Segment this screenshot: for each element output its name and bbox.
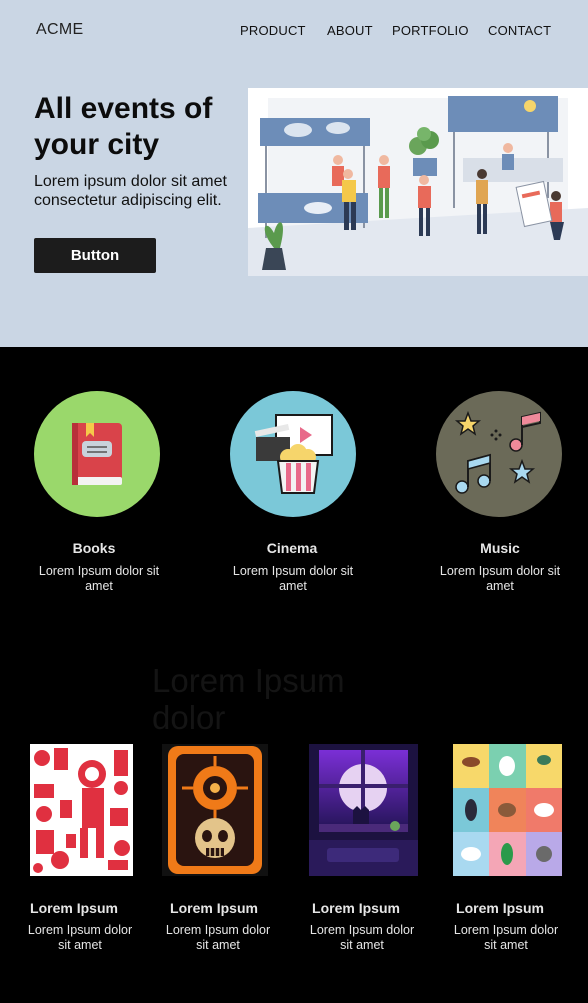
brand-logo[interactable]: ACME xyxy=(36,21,83,39)
gallery-thumb-3[interactable] xyxy=(309,744,418,876)
hero-illustration xyxy=(248,88,588,276)
gallery-item-2-title: Lorem Ipsum xyxy=(170,900,258,916)
category-cinema-title: Cinema xyxy=(266,540,318,556)
gallery-item-1-title: Lorem Ipsum xyxy=(30,900,118,916)
hero-subtitle: Lorem ipsum dolor sit amet consectetur a… xyxy=(34,173,227,209)
category-cinema-circle[interactable] xyxy=(230,391,356,517)
gallery-thumb-1[interactable] xyxy=(30,744,133,876)
gallery-item-4-desc: Lorem Ipsum dolor sit amet xyxy=(453,923,559,952)
category-books-title: Books xyxy=(72,540,116,556)
book-icon xyxy=(72,423,122,485)
gallery-item-3-title: Lorem Ipsum xyxy=(312,900,400,916)
gallery-thumb-4[interactable] xyxy=(453,744,562,876)
category-books-desc: Lorem Ipsum dolor sit amet xyxy=(38,564,160,593)
hero-section: ACME PRODUCT ABOUT PORTFOLIO CONTACT All… xyxy=(0,0,588,347)
category-music-desc: Lorem Ipsum dolor sit amet xyxy=(439,564,561,593)
category-books-circle[interactable] xyxy=(34,391,160,517)
nav-contact[interactable]: CONTACT xyxy=(488,23,551,38)
gallery-item-4-title: Lorem Ipsum xyxy=(456,900,544,916)
gallery-item-2-desc: Lorem Ipsum dolor sit amet xyxy=(165,923,271,952)
music-icon xyxy=(454,410,541,494)
hero-cta-button[interactable]: Button xyxy=(34,238,156,273)
gallery-section-title: Lorem Ipsum dolor xyxy=(152,662,345,736)
gallery-thumb-2[interactable] xyxy=(162,744,268,876)
nav-about[interactable]: ABOUT xyxy=(327,23,373,38)
gallery-item-1-desc: Lorem Ipsum dolor sit amet xyxy=(27,923,133,952)
gallery-item-3-desc: Lorem Ipsum dolor sit amet xyxy=(309,923,415,952)
category-cinema-desc: Lorem Ipsum dolor sit amet xyxy=(232,564,354,593)
category-music-title: Music xyxy=(480,540,520,556)
cinema-icon xyxy=(254,414,333,494)
nav-product[interactable]: PRODUCT xyxy=(240,23,306,38)
hero-title: All events of your city xyxy=(34,92,213,161)
category-music-circle[interactable] xyxy=(436,391,562,517)
nav-portfolio[interactable]: PORTFOLIO xyxy=(392,23,469,38)
